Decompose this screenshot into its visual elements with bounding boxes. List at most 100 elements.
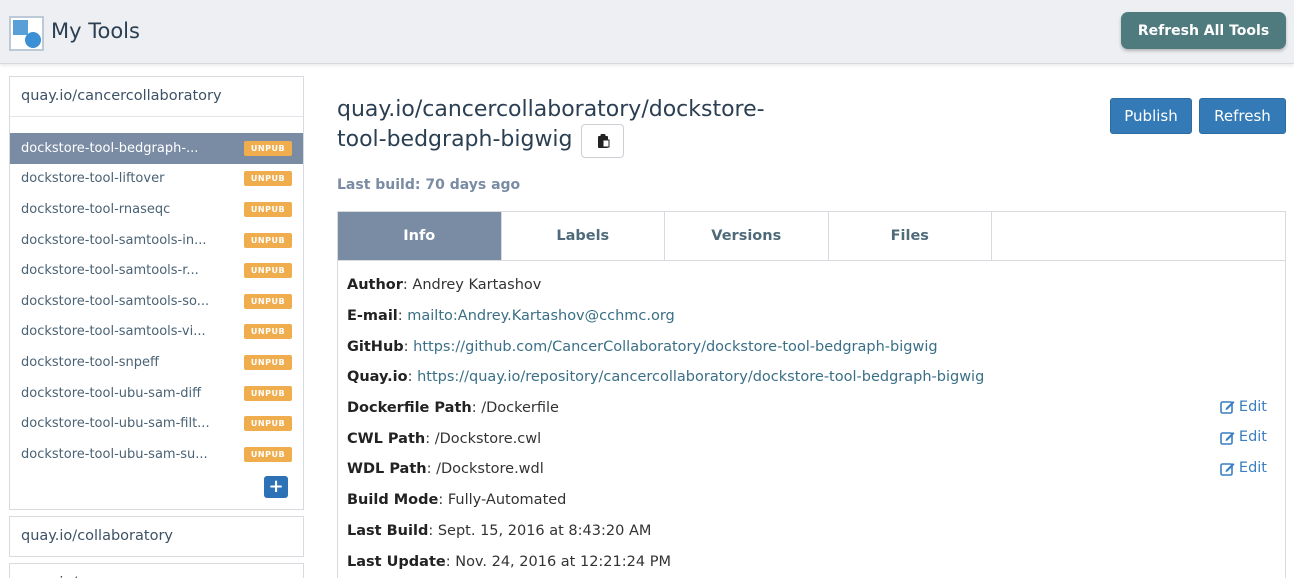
unpublished-badge: UNPUB xyxy=(244,263,292,279)
field-label: Build Mode xyxy=(347,492,439,509)
copy-to-clipboard-button[interactable] xyxy=(581,124,624,158)
build-mode-value: Fully-Automated xyxy=(447,492,567,509)
tool-name: dockstore-tool-bedgraph-... xyxy=(21,140,199,156)
info-row-dockerfile-path: Dockerfile Path: /Dockerfile Edit xyxy=(347,398,1267,417)
tool-list-item[interactable]: dockstore-tool-samtools-so... UNPUB xyxy=(10,286,303,317)
tab-bar: Info Labels Versions Files xyxy=(338,212,1285,261)
cwl-path-value: /Dockstore.cwl xyxy=(434,430,542,447)
tool-name: dockstore-tool-rnaseqc xyxy=(21,201,171,217)
field-label: GitHub xyxy=(347,338,404,355)
refresh-button[interactable]: Refresh xyxy=(1199,98,1286,134)
info-row-last-build: Last Build: Sept. 15, 2016 at 8:43:20 AM xyxy=(347,522,652,539)
tool-name: dockstore-tool-samtools-vi... xyxy=(21,324,206,340)
unpublished-badge: UNPUB xyxy=(244,354,292,370)
unpublished-badge: UNPUB xyxy=(244,324,292,340)
tool-name: dockstore-tool-samtools-in... xyxy=(21,232,207,248)
info-row-last-update: Last Update: Nov. 24, 2016 at 12:21:24 P… xyxy=(347,553,671,570)
field-label: Last Build xyxy=(347,522,429,539)
edit-label: Edit xyxy=(1238,429,1267,446)
tool-list: dockstore-tool-bedgraph-... UNPUB dockst… xyxy=(10,133,303,470)
namespace-header[interactable]: quay.io/collaboratory xyxy=(10,517,303,557)
field-label: Last Update xyxy=(347,553,446,570)
last-build-status: Last build: 70 days ago xyxy=(337,177,521,193)
tool-list-item[interactable]: dockstore-tool-bedgraph-... UNPUB xyxy=(10,133,303,164)
tool-title: quay.io/cancercollaboratory/dockstore- t… xyxy=(337,95,807,155)
edit-label: Edit xyxy=(1238,398,1267,415)
page-title: My Tools xyxy=(51,19,140,43)
field-label: CWL Path xyxy=(347,430,426,447)
tab-versions[interactable]: Versions xyxy=(665,212,829,260)
edit-icon xyxy=(1220,431,1235,445)
unpublished-badge: UNPUB xyxy=(244,416,292,432)
tool-title-line: quay.io/cancercollaboratory/dockstore- xyxy=(337,97,765,122)
namespace-header[interactable]: quay.io/... xyxy=(10,564,303,578)
namespace-group-cancercollaboratory: quay.io/cancercollaboratory dockstore-to… xyxy=(9,76,304,510)
tool-name: dockstore-tool-liftover xyxy=(21,171,165,187)
quay-link[interactable]: https://quay.io/repository/cancercollabo… xyxy=(417,369,984,385)
unpublished-badge: UNPUB xyxy=(244,385,292,401)
tool-list-item[interactable]: dockstore-tool-snpeff UNPUB xyxy=(10,347,303,378)
top-header: My Tools Refresh All Tools xyxy=(0,0,1294,64)
tool-list-item[interactable]: dockstore-tool-samtools-vi... UNPUB xyxy=(10,317,303,348)
tool-list-item[interactable]: dockstore-tool-samtools-r... UNPUB xyxy=(10,255,303,286)
field-label: Quay.io xyxy=(347,369,408,386)
last-update-value: Nov. 24, 2016 at 12:21:24 PM xyxy=(455,553,671,570)
email-link[interactable]: mailto:Andrey.Kartashov@cchmc.org xyxy=(407,308,675,324)
namespace-header[interactable]: quay.io/cancercollaboratory xyxy=(10,77,303,117)
field-label: WDL Path xyxy=(347,461,427,478)
field-label: Dockerfile Path xyxy=(347,400,472,417)
edit-cwl-path-button[interactable]: Edit xyxy=(1220,429,1267,445)
app-logo-icon xyxy=(9,16,44,51)
author-value: Andrey Kartashov xyxy=(412,277,542,294)
edit-wdl-path-button[interactable]: Edit xyxy=(1220,460,1267,476)
info-row-github: GitHub: https://github.com/CancerCollabo… xyxy=(347,338,938,355)
plus-icon: + xyxy=(268,476,284,497)
tool-list-item[interactable]: dockstore-tool-ubu-sam-filt... UNPUB xyxy=(10,408,303,439)
tool-name: dockstore-tool-samtools-r... xyxy=(21,263,199,279)
unpublished-badge: UNPUB xyxy=(244,446,292,462)
edit-icon xyxy=(1220,462,1235,476)
add-tool-button[interactable]: + xyxy=(264,476,288,498)
clipboard-icon xyxy=(597,134,609,148)
info-row-email: E-mail: mailto:Andrey.Kartashov@cchmc.or… xyxy=(347,308,675,325)
tool-details-panel: Info Labels Versions Files Author: Andre… xyxy=(337,211,1286,578)
tool-list-item[interactable]: dockstore-tool-liftover UNPUB xyxy=(10,164,303,195)
field-label: E-mail xyxy=(347,308,398,325)
unpublished-badge: UNPUB xyxy=(244,171,292,187)
info-row-cwl-path: CWL Path: /Dockstore.cwl Edit xyxy=(347,429,1267,447)
tab-info[interactable]: Info xyxy=(338,212,502,260)
unpublished-badge: UNPUB xyxy=(244,232,292,248)
tool-name: dockstore-tool-snpeff xyxy=(21,354,159,370)
info-row-quay: Quay.io: https://quay.io/repository/canc… xyxy=(347,369,985,386)
tool-name: dockstore-tool-ubu-sam-filt... xyxy=(21,416,210,432)
tool-list-item[interactable]: dockstore-tool-ubu-sam-diff UNPUB xyxy=(10,378,303,409)
last-build-value: Sept. 15, 2016 at 8:43:20 AM xyxy=(437,522,652,539)
namespace-group-next: quay.io/... xyxy=(9,563,304,578)
edit-dockerfile-path-button[interactable]: Edit xyxy=(1220,399,1267,415)
tool-title-line: tool-bedgraph-bigwig xyxy=(337,127,573,152)
tool-name: dockstore-tool-ubu-sam-su... xyxy=(21,446,208,462)
tab-files[interactable]: Files xyxy=(828,212,992,260)
info-row-build-mode: Build Mode: Fully-Automated xyxy=(347,492,567,509)
tool-name: dockstore-tool-samtools-so... xyxy=(21,293,210,309)
dockerfile-path-value: /Dockerfile xyxy=(481,400,559,417)
namespace-group-collaboratory: quay.io/collaboratory xyxy=(9,516,304,557)
tool-list-item[interactable]: dockstore-tool-ubu-sam-su... UNPUB xyxy=(10,439,303,470)
unpublished-badge: UNPUB xyxy=(244,201,292,217)
unpublished-badge: UNPUB xyxy=(244,293,292,309)
info-row-wdl-path: WDL Path: /Dockstore.wdl Edit xyxy=(347,460,1267,478)
refresh-all-tools-button[interactable]: Refresh All Tools xyxy=(1121,12,1286,49)
info-list: Author: Andrey Kartashov E-mail: mailto:… xyxy=(347,270,1277,577)
unpublished-badge: UNPUB xyxy=(244,140,292,156)
tool-name: dockstore-tool-ubu-sam-diff xyxy=(21,385,202,401)
edit-label: Edit xyxy=(1238,460,1267,477)
tab-labels[interactable]: Labels xyxy=(501,212,665,260)
tool-list-item[interactable]: dockstore-tool-rnaseqc UNPUB xyxy=(10,194,303,225)
edit-icon xyxy=(1220,401,1235,415)
field-label: Author xyxy=(347,277,403,294)
publish-button[interactable]: Publish xyxy=(1110,98,1192,134)
github-link[interactable]: https://github.com/CancerCollaboratory/d… xyxy=(413,339,937,355)
wdl-path-value: /Dockstore.wdl xyxy=(436,461,544,478)
tool-list-item[interactable]: dockstore-tool-samtools-in... UNPUB xyxy=(10,225,303,256)
info-row-author: Author: Andrey Kartashov xyxy=(347,277,542,294)
